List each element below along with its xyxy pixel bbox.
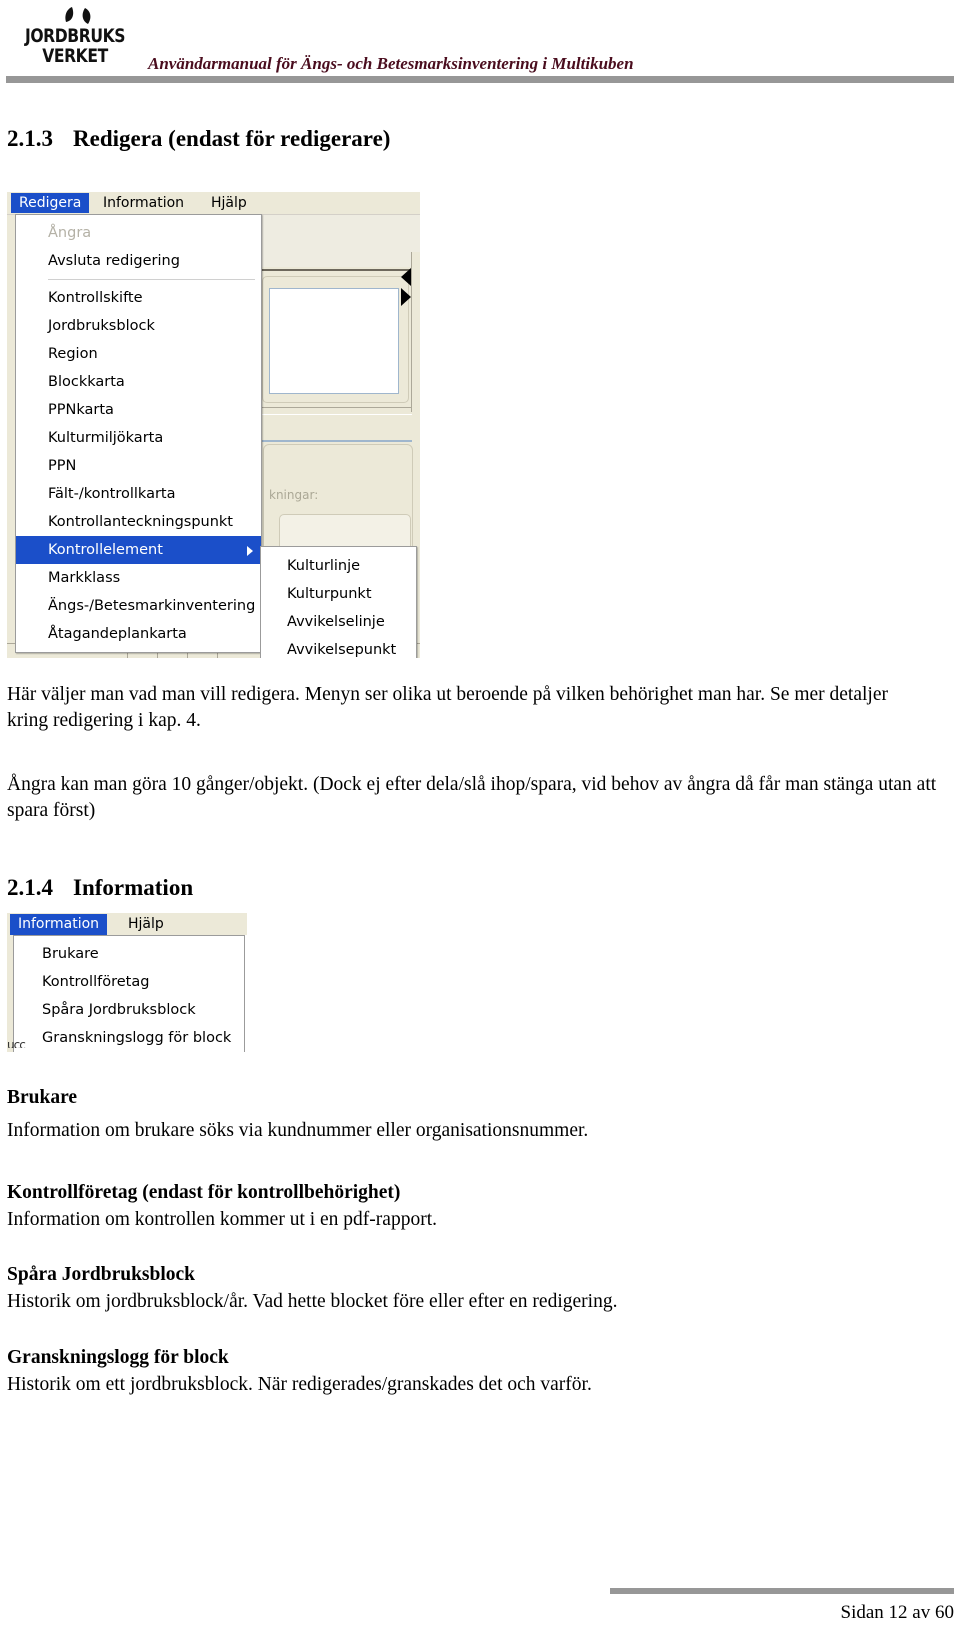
menu-item-markklass[interactable]: Markklass [16,564,261,592]
chevron-right-icon [247,546,253,556]
paragraph-angra-description: Ångra kan man göra 10 gånger/objekt. (Do… [7,774,937,821]
menu-item-region[interactable]: Region [16,340,261,368]
redigera-dropdown-menu: Ångra Avsluta redigering Kontrollskifte … [15,214,262,653]
info-menu-item-brukare[interactable]: Brukare [14,940,244,968]
menu-item-kontrollskifte[interactable]: Kontrollskifte [16,284,261,312]
menu-item-angs-betesmarkinventering[interactable]: Ängs-/Betesmarkinventering [16,592,261,620]
logo-line-2: VERKET [42,45,108,67]
entry-text-kontrollforetag: Information om kontrollen kommer ut i en… [7,1209,437,1230]
app-textarea-upper[interactable] [269,288,399,394]
menu-item-ppnkarta[interactable]: PPNkarta [16,396,261,424]
app-partial-label: kningar: [269,488,319,502]
heading-2-1-3-number: 2.1.3 [7,126,53,151]
menubar-item-redigera[interactable]: Redigera [11,193,90,213]
info-menu-item-spara-jordbruksblock[interactable]: Spåra Jordbruksblock [14,996,244,1024]
heading-2-1-4-title: Information [73,875,194,900]
menu-item-avsluta-redigering[interactable]: Avsluta redigering [16,247,261,275]
menu-item-angra: Ångra [48,225,92,241]
menu-item-kontrollelement-label: Kontrollelement [48,542,163,558]
app-divider-dark [260,269,420,271]
document-header-title: Användarmanual för Ängs- och Betesmarksi… [148,54,634,73]
page-header: JORDBRUKS VERKET Användarmanual för Ängs… [0,0,960,96]
menubar-item-hjalp[interactable]: Hjälp [203,193,255,213]
entry-heading-granskningslogg: Granskningslogg för block [7,1347,229,1368]
page-number-label: Sidan 12 av 60 [840,1602,954,1623]
information-menu-screenshot: Information Hjälp Brukare Kontrollföreta… [7,913,247,1052]
collapse-left-arrow-icon[interactable] [401,268,411,286]
heading-2-1-3: 2.1.3 Redigera (endast för redigerare) [7,126,390,152]
entry-heading-spara-jordbruksblock: Spåra Jordbruksblock [7,1264,196,1285]
info-menu-item-kontrollforetag[interactable]: Kontrollföretag [14,968,244,996]
redigera-menubar: Redigera Information Hjälp [7,192,420,215]
menu-item-blockkarta[interactable]: Blockkarta [16,368,261,396]
redigera-menu-screenshot: kningar: Redigera Information Hjälp Ångr… [7,192,420,658]
menubar-item-information[interactable]: Information [95,193,192,213]
menu-item-kontrollelement[interactable]: Kontrollelement [16,536,261,564]
app-divider-thin [260,407,412,408]
entry-text-spara-jordbruksblock: Historik om jordbruksblock/år. Vad hette… [7,1291,618,1312]
app-right-column [411,252,420,412]
menubar2-item-hjalp[interactable]: Hjälp [120,914,172,935]
header-divider-rule [6,76,954,83]
footer-divider-rule [610,1588,954,1594]
logo-wordmark: JORDBRUKS VERKET [22,26,129,66]
jordbruksverket-logo: JORDBRUKS VERKET [10,6,140,68]
heading-2-1-3-title: Redigera (endast för redigerare) [73,126,391,151]
kontrollelement-submenu: Kulturlinje Kulturpunkt Avvikelselinje A… [260,546,417,658]
heading-2-1-4: 2.1.4 Information [7,875,193,901]
submenu-item-avvikelsepunkt[interactable]: Avvikelsepunkt [261,636,416,658]
logo-line-1: JORDBRUKS [24,25,126,47]
submenu-item-avvikelselinje[interactable]: Avvikelselinje [261,608,416,636]
menu-item-falt-kontrollkarta[interactable]: Fält-/kontrollkarta [16,480,261,508]
menu-item-kulturmiljokarta[interactable]: Kulturmiljökarta [16,424,261,452]
expand-right-arrow-icon[interactable] [401,288,411,306]
menu-item-ppn[interactable]: PPN [16,452,261,480]
heading-2-1-4-number: 2.1.4 [7,875,53,900]
entry-heading-kontrollforetag: Kontrollföretag (endast för kontrollbehö… [7,1182,401,1203]
menu-item-kontrollanteckningspunkt[interactable]: Kontrollanteckningspunkt [16,508,261,536]
submenu-item-kulturpunkt[interactable]: Kulturpunkt [261,580,416,608]
entry-text-brukare: Information om brukare söks via kundnumm… [7,1120,589,1141]
information-menubar: Information Hjälp [7,913,247,935]
menu-item-atagandeplankarta[interactable]: Åtagandeplankarta [16,620,261,648]
app-panel-top [260,214,420,267]
entry-heading-brukare: Brukare [7,1087,78,1108]
app-accent-line [260,440,412,442]
entry-text-granskningslogg: Historik om ett jordbruksblock. När redi… [7,1374,592,1395]
clipped-background-text: ucc [7,1038,26,1048]
menu-separator [48,279,255,280]
paragraph-redigera-description: Här väljer man vad man vill redigera. Me… [7,684,888,731]
information-dropdown-menu: Brukare Kontrollföretag Spåra Jordbruksb… [13,935,245,1052]
menubar2-item-information[interactable]: Information [10,914,108,935]
leaves-icon [65,7,91,24]
menu-item-jordbruksblock[interactable]: Jordbruksblock [16,312,261,340]
submenu-item-kulturlinje[interactable]: Kulturlinje [261,552,416,580]
info-menu-item-granskningslogg-for-block[interactable]: Granskningslogg för block [14,1024,244,1052]
